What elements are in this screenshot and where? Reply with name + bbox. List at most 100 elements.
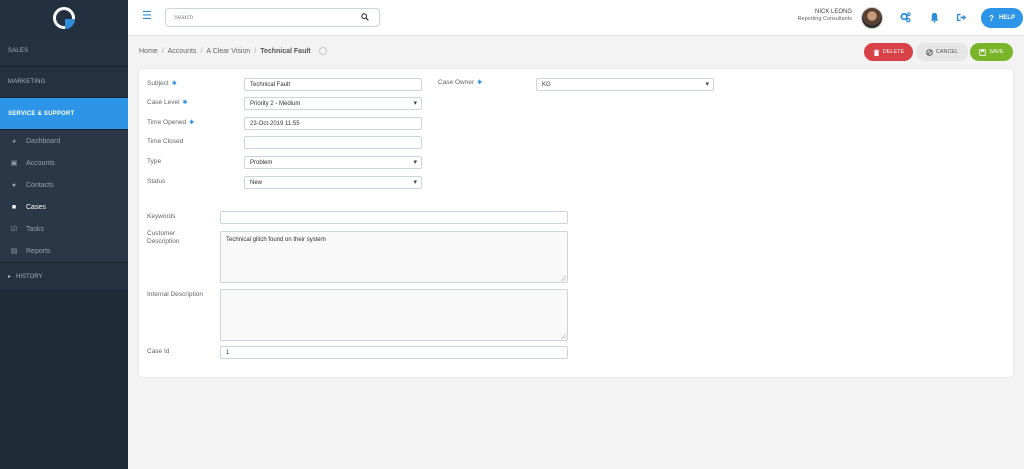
history-label: HISTORY [16,273,43,280]
save-label: SAVE [989,49,1004,55]
app-logo[interactable] [53,7,75,29]
case-level-select[interactable]: Priority 2 - Medium [244,97,422,110]
nav-section-label: MARKETING [8,79,46,85]
case-id-label: Case Id [147,348,169,356]
user-role: Reporting Consultants [797,16,852,22]
ban-icon [926,48,933,56]
label-text: Time Opened [147,119,187,126]
subject-field[interactable]: Technical Fault [244,78,422,91]
trash-icon [873,48,880,56]
sidebar-item-label: Accounts [26,159,55,167]
field-value: Priority 2 - Medium [250,100,301,107]
topbar: ☰ NICK LEONG Reporting Consultants ? HEL… [128,0,1024,36]
case-id-field[interactable]: 1 [220,346,568,359]
briefcase-icon: ■ [11,203,17,211]
resize-handle[interactable] [561,334,566,339]
sidebar-item-label: Reports [26,247,51,255]
user-info[interactable]: NICK LEONG Reporting Consultants [782,9,852,22]
time-opened-field[interactable]: 23-Oct-2019 11:55 [244,117,422,130]
sidebar-item-cases[interactable]: ■ Cases [0,196,128,218]
breadcrumb-home[interactable]: Home [139,48,158,55]
nav-section-marketing[interactable]: MARKETING [0,67,128,98]
subject-label: Subject ✱ [147,80,177,88]
nav-submenu: ◕ Dashboard ▣ Accounts ● Contacts ■ Case… [0,130,128,262]
info-icon[interactable] [318,47,327,55]
breadcrumb-separator: / [161,47,164,55]
logout-icon[interactable] [956,12,967,23]
field-value: New [250,179,263,186]
field-value: Technical glitch found on their system [226,237,326,243]
search-box [165,8,380,27]
time-closed-label: Time Closed [147,138,183,146]
status-label: Status [147,178,165,186]
sidebar-item-accounts[interactable]: ▣ Accounts [0,152,128,174]
keywords-field[interactable] [220,211,568,224]
breadcrumb-current: Technical Fault [260,47,311,55]
breadcrumb: Home / Accounts / A Clear Vision / Techn… [139,47,327,55]
search-input[interactable] [166,9,356,26]
delete-label: DELETE [882,49,905,55]
type-select[interactable]: Problem [244,156,422,169]
user-name: NICK LEONG [814,9,852,15]
internal-description-textarea[interactable] [220,289,568,341]
case-owner-select[interactable]: KG [536,78,714,91]
breadcrumb-separator: / [200,47,203,55]
sidebar-item-contacts[interactable]: ● Contacts [0,174,128,196]
sidebar-item-label: Contacts [26,181,54,189]
field-value: Problem [250,159,273,166]
delete-button[interactable]: DELETE [864,43,913,61]
field-value: 1 [226,349,230,356]
users-icon: ● [11,181,17,189]
sidebar: SALES MARKETING SERVICE & SUPPORT ◕ Dash… [0,0,128,469]
time-opened-label: Time Opened ✱ [147,119,194,127]
building-icon: ▣ [10,160,18,167]
sidebar-item-label: Cases [26,203,46,211]
help-button[interactable]: ? HELP [981,8,1023,28]
sidebar-item-reports[interactable]: ▤ Reports [0,240,128,262]
resize-handle[interactable] [561,276,566,281]
save-button[interactable]: SAVE [970,43,1013,61]
field-value: KG [542,81,551,88]
nav-section-label: SALES [8,48,29,54]
label-text: Time Closed [147,138,184,145]
keywords-label: Keywords [147,213,176,221]
required-icon: ✱ [477,80,483,86]
search-icon[interactable] [361,13,369,21]
customer-description-textarea[interactable]: Technical glitch found on their system [220,231,568,283]
check-square-icon: ☑ [10,226,18,233]
nav-section-service-support[interactable]: SERVICE & SUPPORT [0,98,128,130]
required-icon: ✱ [182,100,188,106]
sidebar-item-dashboard[interactable]: ◕ Dashboard [0,130,128,152]
breadcrumb-separator: / [254,47,257,55]
label-text: Internal Description [147,291,203,298]
question-icon: ? [989,13,994,23]
report-icon: ▤ [10,248,18,255]
internal-description-label: Internal Description [147,291,203,299]
logo-area [0,0,128,36]
breadcrumb-account[interactable]: A Clear Vision [206,48,250,55]
type-label: Type [147,158,161,166]
sidebar-item-label: Tasks [26,225,44,233]
field-value: Technical Fault [250,81,291,88]
breadcrumb-accounts[interactable]: Accounts [168,48,197,55]
label-text: Status [147,178,166,185]
avatar[interactable] [861,7,883,29]
cancel-button[interactable]: CANCEL [916,43,968,61]
settings-cogs-icon[interactable] [900,12,911,23]
nav-history[interactable]: ▸ HISTORY [0,262,128,290]
breadcrumb-bar: Home / Accounts / A Clear Vision / Techn… [128,36,1024,68]
cancel-label: CANCEL [935,49,959,55]
customer-description-label: Customer Description [147,230,207,246]
menu-icon[interactable]: ☰ [142,11,152,22]
time-closed-field[interactable] [244,136,422,149]
label-text: Type [147,158,162,165]
nav-section-sales[interactable]: SALES [0,36,128,67]
label-text: Case Id [147,348,170,355]
field-value: 23-Oct-2019 11:55 [250,120,300,127]
sidebar-item-label: Dashboard [26,137,61,145]
label-text: Keywords [147,213,176,220]
bell-icon[interactable] [929,12,940,23]
status-select[interactable]: New [244,176,422,189]
required-icon: ✱ [171,81,177,87]
sidebar-item-tasks[interactable]: ☑ Tasks [0,218,128,240]
